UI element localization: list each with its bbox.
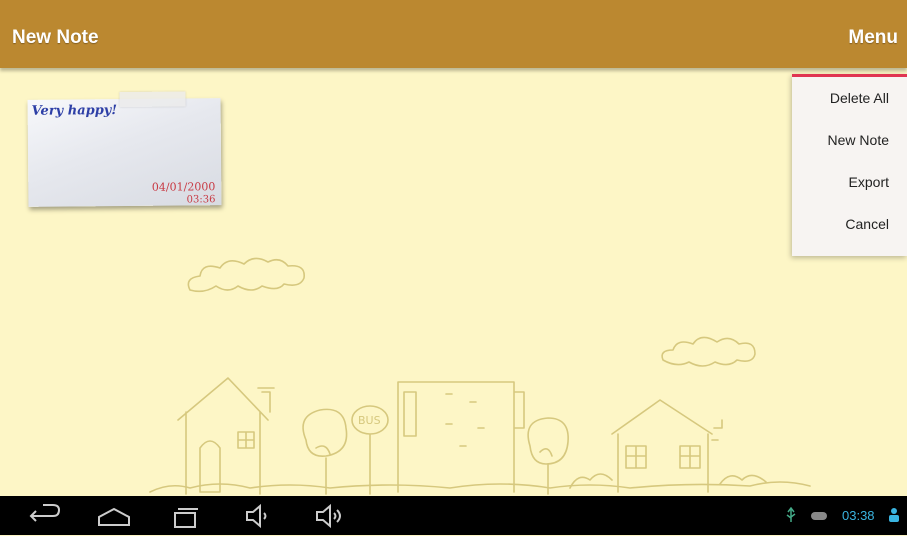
note-date: 04/01/2000 (151, 180, 216, 194)
tape-strip (119, 91, 186, 108)
building-doodle (397, 381, 525, 493)
menu-button[interactable]: Menu (848, 27, 898, 49)
user-icon (888, 507, 900, 528)
cloud-doodle (187, 257, 305, 293)
note-time: 03:36 (186, 194, 216, 206)
note-text: Very happy! (31, 103, 118, 119)
tree-doodle (527, 417, 569, 495)
volume-up-icon[interactable] (314, 501, 344, 536)
overflow-menu: Delete All New Note Export Cancel (792, 74, 907, 256)
menu-item-delete-all[interactable]: Delete All (792, 77, 907, 119)
status-clock: 03:38 (842, 508, 875, 523)
back-icon[interactable] (28, 501, 62, 536)
action-bar: New Note Menu (0, 0, 907, 68)
menu-item-export[interactable]: Export (792, 161, 907, 203)
volume-down-icon[interactable] (244, 501, 274, 536)
ground-doodle (149, 481, 811, 493)
menu-item-new-note[interactable]: New Note (792, 119, 907, 161)
usb-icon (784, 506, 798, 528)
house-doodle (177, 377, 275, 495)
recent-apps-icon[interactable] (170, 501, 204, 536)
house-doodle (611, 399, 723, 493)
system-navigation-bar: 03:38 (0, 496, 907, 535)
gamepad-icon (810, 509, 828, 527)
app-title: New Note (12, 27, 99, 48)
menu-item-cancel[interactable]: Cancel (792, 203, 907, 245)
cloud-doodle (661, 336, 756, 367)
svg-text:BUS: BUS (358, 414, 381, 427)
note-card[interactable]: Very happy! 04/01/2000 03:36 (27, 91, 222, 207)
tree-doodle (302, 408, 348, 495)
home-icon[interactable] (96, 501, 132, 536)
